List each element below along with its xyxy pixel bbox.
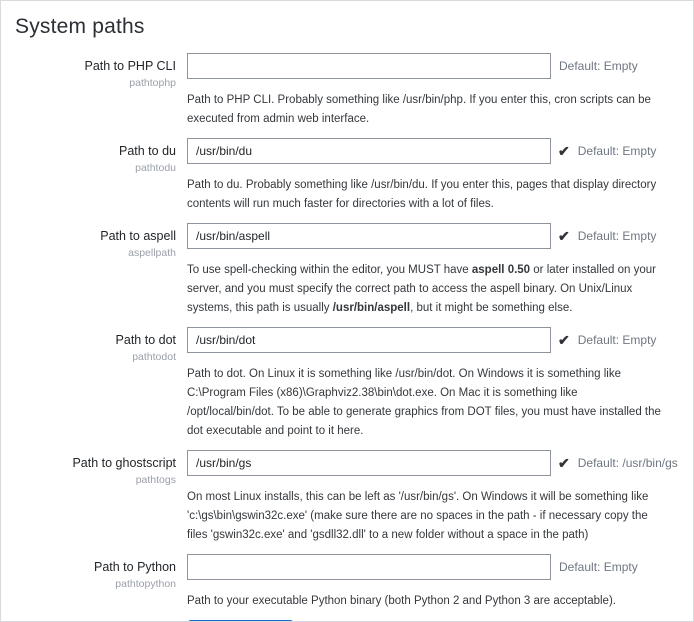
aspellpath-input[interactable] [187,223,551,249]
setting-content-column: ✔ Default: Empty To use spell-checking w… [187,223,679,318]
pathtopython-input[interactable] [187,554,551,580]
setting-label-column: Path to PHP CLI pathtophp [15,53,176,129]
input-line: Default: Empty [187,554,679,580]
pathtophp-input[interactable] [187,53,551,79]
setting-label: Path to Python [15,559,176,575]
page-title: System paths [15,15,679,39]
setting-code: aspellpath [15,247,176,259]
setting-code: pathtopython [15,578,176,590]
setting-description: Path to du. Probably something like /usr… [187,176,661,214]
setting-row-pathtopython: Path to Python pathtopython Default: Emp… [15,554,679,611]
setting-description: Path to dot. On Linux it is something li… [187,365,661,441]
setting-row-pathtophp: Path to PHP CLI pathtophp Default: Empty… [15,53,679,129]
check-icon: ✔ [558,229,570,243]
setting-code: pathtodu [15,162,176,174]
pathtodot-input[interactable] [187,327,551,353]
pathtogs-input[interactable] [187,450,551,476]
setting-row-pathtodu: Path to du pathtodu ✔ Default: Empty Pat… [15,138,679,214]
setting-label: Path to ghostscript [15,455,176,471]
setting-label: Path to dot [15,332,176,348]
setting-row-aspellpath: Path to aspell aspellpath ✔ Default: Emp… [15,223,679,318]
check-icon: ✔ [558,144,570,158]
input-line: ✔ Default: Empty [187,223,679,249]
default-value-label: Default: Empty [559,560,638,574]
setting-description: Path to PHP CLI. Probably something like… [187,91,661,129]
setting-label-column: Path to dot pathtodot [15,327,176,441]
setting-label-column: Path to du pathtodu [15,138,176,214]
desc-bold-text: aspell 0.50 [472,264,530,276]
setting-code: pathtogs [15,474,176,486]
setting-code: pathtodot [15,351,176,363]
setting-description: On most Linux installs, this can be left… [187,488,661,545]
setting-row-pathtogs: Path to ghostscript pathtogs ✔ Default: … [15,450,679,545]
setting-description: To use spell-checking within the editor,… [187,261,661,318]
setting-description: Path to your executable Python binary (b… [187,592,661,611]
check-icon: ✔ [558,333,570,347]
check-icon: ✔ [558,456,570,470]
default-value-label: Default: Empty [559,59,638,73]
input-line: ✔ Default: Empty [187,327,679,353]
setting-label: Path to du [15,143,176,159]
setting-row-pathtodot: Path to dot pathtodot ✔ Default: Empty P… [15,327,679,441]
default-value-label: Default: Empty [578,333,657,347]
setting-content-column: Default: Empty Path to PHP CLI. Probably… [187,53,679,129]
default-value-label: Default: Empty [578,144,657,158]
desc-text: To use spell-checking within the editor,… [187,264,472,276]
setting-label-column: Path to Python pathtopython [15,554,176,611]
pathtodu-input[interactable] [187,138,551,164]
setting-content-column: Default: Empty Path to your executable P… [187,554,679,611]
input-line: Default: Empty [187,53,679,79]
setting-label-column: Path to aspell aspellpath [15,223,176,318]
default-value-label: Default: Empty [578,229,657,243]
setting-content-column: ✔ Default: /usr/bin/gs On most Linux ins… [187,450,679,545]
system-paths-settings-page: System paths Path to PHP CLI pathtophp D… [0,0,694,622]
desc-bold-text: /usr/bin/aspell [333,302,410,314]
setting-content-column: ✔ Default: Empty Path to dot. On Linux i… [187,327,679,441]
setting-label-column: Path to ghostscript pathtogs [15,450,176,545]
setting-label: Path to PHP CLI [15,58,176,74]
default-value-label: Default: /usr/bin/gs [578,456,678,470]
desc-text: , but it might be something else. [410,302,572,314]
setting-content-column: ✔ Default: Empty Path to du. Probably so… [187,138,679,214]
setting-label: Path to aspell [15,228,176,244]
input-line: ✔ Default: Empty [187,138,679,164]
input-line: ✔ Default: /usr/bin/gs [187,450,679,476]
setting-code: pathtophp [15,77,176,89]
